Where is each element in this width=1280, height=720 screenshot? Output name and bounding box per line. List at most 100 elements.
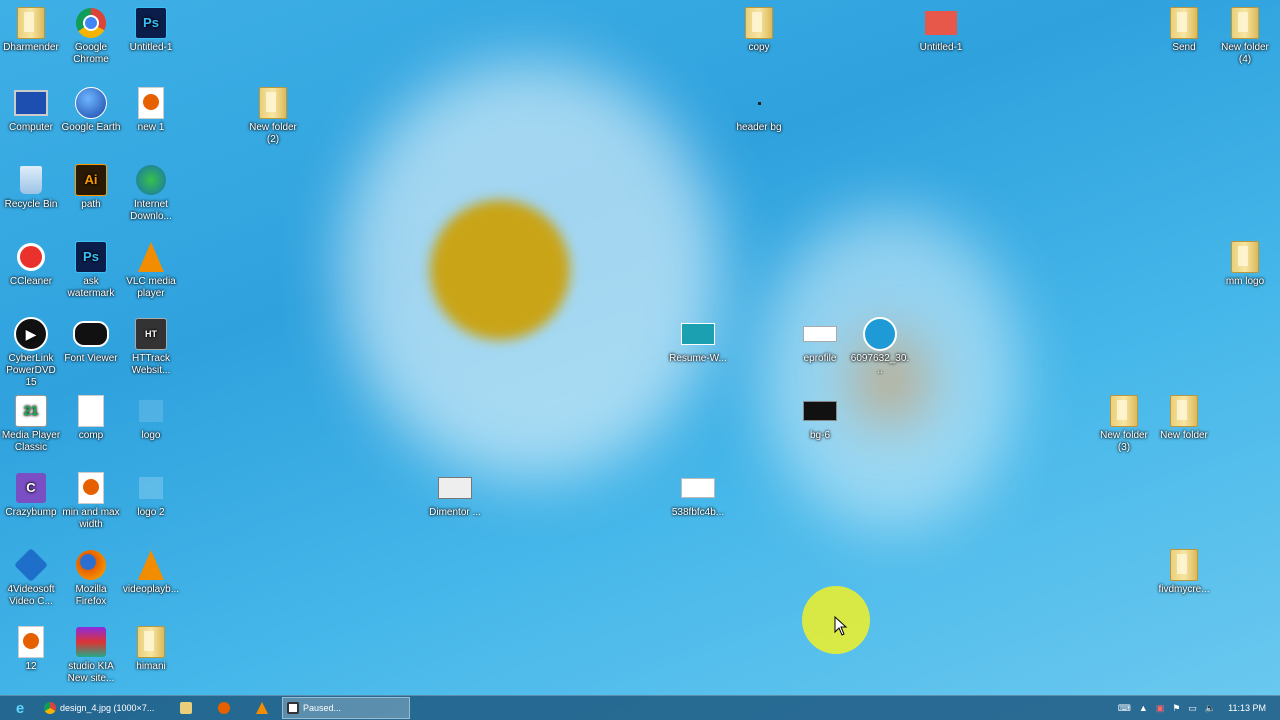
desktop-icon-vlc[interactable]: VLC media player <box>120 234 182 300</box>
photoshop-file-icon: Ps <box>73 240 109 274</box>
photoshop-file-icon: Ps <box>133 6 169 40</box>
keyboard-icon[interactable]: ⌨ <box>1118 703 1131 714</box>
desktop-icon-internet-download[interactable]: Internet Downlo... <box>120 157 182 223</box>
desktop-icon-new-folder-2[interactable]: New folder (2) <box>242 80 304 146</box>
icon-label: Crazybump <box>5 507 57 518</box>
4videosoft-icon <box>13 548 49 582</box>
vlc-icon <box>133 548 169 582</box>
desktop-icon-google-earth[interactable]: Google Earth <box>60 80 122 134</box>
desktop-icon-12[interactable]: 12 <box>0 619 62 673</box>
icon-label: videoplayb... <box>122 584 180 595</box>
folder-icon <box>1166 394 1202 428</box>
desktop-icon-fivdmycre[interactable]: fivdmycre... <box>1153 542 1215 596</box>
desktop-icon-copy[interactable]: copy <box>728 0 790 54</box>
folder-icon <box>1106 394 1142 428</box>
taskbar-firefox[interactable] <box>206 698 242 718</box>
icon-label: Font Viewer <box>64 353 118 364</box>
icon-label: copy <box>748 42 770 53</box>
folder-icon <box>13 6 49 40</box>
icon-label: Computer <box>9 122 53 133</box>
taskbar: e design_4.jpg (1000×7... Paused... ⌨ ▲ … <box>0 695 1280 720</box>
start-button[interactable]: e <box>2 698 38 718</box>
desktop-icon-font-viewer[interactable]: Font Viewer <box>60 311 122 365</box>
httrack-icon: HT <box>133 317 169 351</box>
folder-icon <box>1166 548 1202 582</box>
icon-label: HTTrack Websit... <box>131 353 171 376</box>
firefox-html-icon <box>13 625 49 659</box>
image-file-icon <box>680 317 716 351</box>
desktop-icon-eprofile[interactable]: eprofile <box>789 311 851 365</box>
desktop-icon-min-and-max-width[interactable]: min and max width <box>60 465 122 531</box>
desktop-icon-6097632[interactable]: 6097632_30... <box>849 311 911 377</box>
icon-label: Untitled-1 <box>129 42 173 53</box>
system-tray: ⌨ ▲ ▣ ⚑ ▭ 🔈 11:13 PM <box>1118 703 1280 714</box>
desktop-icon-bg-6[interactable]: bg-6 <box>789 388 851 442</box>
taskbar-item-paused[interactable]: Paused... <box>282 697 410 719</box>
taskbar-vlc[interactable] <box>244 698 280 718</box>
powerdvd-icon: ▶ <box>13 317 49 351</box>
volume-icon[interactable]: 🔈 <box>1205 703 1216 714</box>
winrar-icon <box>73 625 109 659</box>
desktop-icon-mm-logo[interactable]: mm logo <box>1214 234 1276 288</box>
desktop-icon-crazybump[interactable]: C Crazybump <box>0 465 62 519</box>
icon-label: Send <box>1172 42 1196 53</box>
folder-icon <box>1227 6 1263 40</box>
desktop-icon-ccleaner[interactable]: CCleaner <box>0 234 62 288</box>
desktop-icon-studio-kia[interactable]: studio KIA New site... <box>60 619 122 685</box>
desktop-icon-new1[interactable]: new 1 <box>120 80 182 134</box>
antivirus-icon[interactable]: ▣ <box>1156 703 1165 714</box>
icon-label: New folder (3) <box>1100 430 1148 453</box>
desktop-icon-untitled1-psd[interactable]: Ps Untitled-1 <box>120 0 182 54</box>
network-icon[interactable]: ▭ <box>1188 703 1197 714</box>
ie-icon: e <box>15 699 25 717</box>
desktop-icon-new-folder-4[interactable]: New folder (4) <box>1214 0 1276 66</box>
ccleaner-icon <box>13 240 49 274</box>
vlc-icon <box>133 240 169 274</box>
icon-label: VLC media player <box>126 276 176 299</box>
icon-label: Dharmender <box>3 42 59 53</box>
desktop-icon-httrack[interactable]: HT HTTrack Websit... <box>120 311 182 377</box>
desktop-icon-cyberlink[interactable]: ▶ CyberLink PowerDVD 15 <box>0 311 62 389</box>
desktop-icon-dimentor[interactable]: Dimentor ... <box>424 465 486 519</box>
icon-label: New folder (4) <box>1221 42 1269 65</box>
chrome-icon <box>73 6 109 40</box>
desktop-icon-recycle-bin[interactable]: Recycle Bin <box>0 157 62 211</box>
desktop-icon-path[interactable]: Ai path <box>60 157 122 211</box>
icon-label: logo 2 <box>137 507 165 518</box>
desktop-icon-header-bg[interactable]: header bg <box>728 80 790 134</box>
desktop-icon-computer[interactable]: Computer <box>0 80 62 134</box>
desktop-icon-ask-watermark[interactable]: Ps ask watermark <box>60 234 122 300</box>
desktop-icon-new-folder[interactable]: New folder <box>1153 388 1215 442</box>
desktop-icon-comp[interactable]: comp <box>60 388 122 442</box>
desktop-icon-new-folder-3[interactable]: New folder (3) <box>1093 388 1155 454</box>
desktop-icon-untitled1-image[interactable]: Untitled-1 <box>910 0 972 54</box>
icon-label: 6097632_30... <box>850 353 910 376</box>
desktop-icon-resume[interactable]: Resume-W... <box>667 311 729 365</box>
blank-file-icon <box>73 394 109 428</box>
desktop-icon-538fbfc4b[interactable]: 538fbfc4b... <box>667 465 729 519</box>
image-file-icon <box>741 86 777 120</box>
media-player-classic-icon: 21 <box>13 394 49 428</box>
desktop-icon-4videosoft[interactable]: 4Videosoft Video C... <box>0 542 62 608</box>
recycle-bin-icon <box>13 163 49 197</box>
desktop-icon-google-chrome[interactable]: Google Chrome <box>60 0 122 66</box>
desktop-icon-logo-2[interactable]: logo 2 <box>120 465 182 519</box>
desktop-icon-dharmender[interactable]: Dharmender <box>0 0 62 54</box>
computer-icon <box>13 86 49 120</box>
desktop-icon-videoplayb[interactable]: videoplayb... <box>120 542 182 596</box>
desktop-icon-send[interactable]: Send <box>1153 0 1215 54</box>
clock[interactable]: 11:13 PM <box>1228 703 1266 713</box>
desktop-icon-logo[interactable]: logo <box>120 388 182 442</box>
icon-label: bg-6 <box>809 430 830 441</box>
desktop-icon-mozilla-firefox[interactable]: Mozilla Firefox <box>60 542 122 608</box>
desktop-icon-himani[interactable]: himani <box>120 619 182 673</box>
flag-icon[interactable]: ⚑ <box>1172 703 1180 714</box>
icon-label: studio KIA New site... <box>67 661 115 684</box>
taskbar-item-chrome-design[interactable]: design_4.jpg (1000×7... <box>40 698 166 718</box>
desktop-icon-media-player-classic[interactable]: 21 Media Player Classic <box>0 388 62 454</box>
image-file-icon <box>802 317 838 351</box>
vlc-icon <box>256 702 268 714</box>
taskbar-file-explorer[interactable] <box>168 698 204 718</box>
image-file-icon <box>923 6 959 40</box>
show-hidden-icons-icon[interactable]: ▲ <box>1139 703 1148 713</box>
